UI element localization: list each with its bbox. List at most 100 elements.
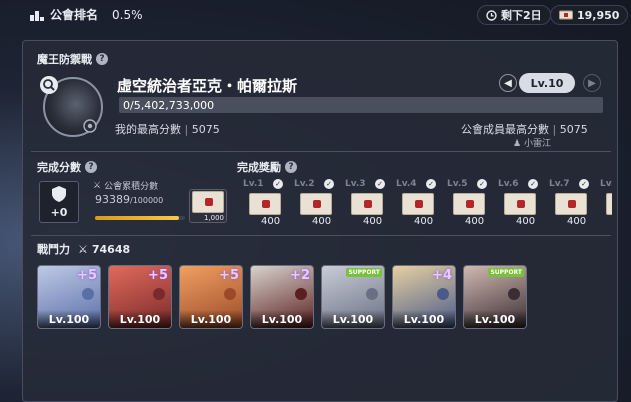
scroll-icon bbox=[453, 193, 485, 215]
reward-qty: 400 bbox=[261, 216, 281, 227]
reward-level: Lv.6 bbox=[498, 179, 519, 189]
reward-item[interactable]: Lv.3 ✓ 400 bbox=[343, 179, 393, 229]
completion-bonus: +0 bbox=[39, 181, 79, 223]
gear-icon[interactable] bbox=[83, 119, 97, 133]
top-bar: 公會排名 0.5% 剩下2日 19,950 bbox=[0, 0, 631, 30]
reward-item[interactable]: Lv.6 ✓ 400 bbox=[496, 179, 546, 229]
help-icon[interactable]: ? bbox=[285, 161, 297, 173]
guild-score-label: ⚔ 公會累積分數 bbox=[93, 180, 159, 193]
reward-item[interactable]: Lv.2 ✓ 400 bbox=[292, 179, 342, 229]
guild-score-progress-fill bbox=[95, 216, 180, 220]
reward-level: Lv.5 bbox=[447, 179, 468, 189]
help-icon[interactable]: ? bbox=[85, 161, 97, 173]
team-member-card[interactable]: +2 Lv.100 bbox=[250, 265, 314, 329]
reward-item[interactable]: Lv.7 ✓ 400 bbox=[547, 179, 597, 229]
crossed-swords-icon: ⚔ bbox=[93, 180, 102, 191]
reward-level: Lv.7 bbox=[549, 179, 570, 189]
reward-qty: 400 bbox=[363, 216, 383, 227]
level-next-button[interactable]: ▶ bbox=[583, 74, 601, 92]
check-icon: ✓ bbox=[579, 179, 589, 189]
team-member-card[interactable]: +5 Lv.100 bbox=[179, 265, 243, 329]
podium-icon bbox=[30, 10, 44, 21]
check-icon: ✓ bbox=[426, 179, 436, 189]
guild-best-score: 公會成員最高分數 | 5075 bbox=[461, 123, 588, 136]
reward-level: Lv.3 bbox=[345, 179, 366, 189]
scroll-icon bbox=[351, 193, 383, 215]
check-icon: ✓ bbox=[477, 179, 487, 189]
guild-best-member: ♟ 小雷江 bbox=[513, 139, 551, 149]
scroll-icon bbox=[606, 193, 612, 215]
boss-hp-text: 0/5,402,733,000 bbox=[123, 99, 215, 112]
completion-title: 完成分數 ? bbox=[37, 159, 97, 175]
my-best-score: 我的最高分數 | 5075 bbox=[115, 123, 220, 136]
time-remaining-chip[interactable]: 剩下2日 bbox=[477, 5, 551, 25]
rank-badge: +5 bbox=[148, 268, 168, 283]
team-member-card[interactable]: SUPPORT Lv.100 bbox=[463, 265, 527, 329]
scroll-icon bbox=[300, 193, 332, 215]
completion-reward[interactable]: 1,000 bbox=[189, 189, 227, 223]
reward-qty: 400 bbox=[312, 216, 332, 227]
ticket-icon bbox=[559, 10, 573, 20]
team-member-card[interactable]: +5 Lv.100 bbox=[37, 265, 101, 329]
support-badge: SUPPORT bbox=[346, 268, 382, 277]
divider bbox=[31, 151, 611, 152]
magnifier-icon[interactable] bbox=[39, 75, 59, 95]
scroll-icon bbox=[192, 190, 224, 213]
reward-level: Lv.1 bbox=[243, 179, 264, 189]
guild-score-value: 93389/100000 bbox=[95, 193, 164, 206]
check-icon: ✓ bbox=[324, 179, 334, 189]
member-level: Lv.100 bbox=[393, 310, 455, 328]
guild-rank-label: 公會排名 bbox=[50, 8, 99, 22]
user-icon: ♟ bbox=[513, 139, 522, 149]
crossed-swords-icon: ⚔ bbox=[78, 242, 88, 256]
divider bbox=[31, 235, 611, 236]
reward-item[interactable]: Lv.4 ✓ 400 bbox=[394, 179, 444, 229]
support-badge: SUPPORT bbox=[488, 268, 524, 277]
member-level: Lv.100 bbox=[180, 310, 242, 328]
currency-chip[interactable]: 19,950 bbox=[550, 5, 629, 25]
shield-icon bbox=[52, 186, 66, 202]
element-icon bbox=[366, 288, 378, 300]
boss-defense-panel: 魔王防禦戰 ? 虛空統治者亞克・帕爾拉斯 ◀ Lv.10 ▶ 0/5,402,7… bbox=[22, 40, 618, 402]
check-icon: ✓ bbox=[375, 179, 385, 189]
reward-level: Lv.4 bbox=[396, 179, 417, 189]
rewards-title: 完成獎勵 ? bbox=[237, 159, 297, 175]
help-icon[interactable]: ? bbox=[96, 53, 108, 65]
reward-level: Lv.2 bbox=[294, 179, 315, 189]
reward-qty: 400 bbox=[414, 216, 434, 227]
scroll-icon bbox=[249, 193, 281, 215]
element-icon bbox=[437, 288, 449, 300]
reward-qty: 400 bbox=[516, 216, 536, 227]
team-member-card[interactable]: SUPPORT Lv.100 bbox=[321, 265, 385, 329]
element-icon bbox=[82, 288, 94, 300]
rank-badge: +4 bbox=[432, 268, 452, 283]
scroll-icon bbox=[402, 193, 434, 215]
guild-score-progress bbox=[95, 216, 185, 220]
check-icon: ✓ bbox=[273, 179, 283, 189]
team-member-card[interactable]: +4 Lv.100 bbox=[392, 265, 456, 329]
element-icon bbox=[224, 288, 236, 300]
level-prev-button[interactable]: ◀ bbox=[499, 74, 517, 92]
time-remaining-label: 剩下2日 bbox=[501, 9, 542, 22]
reward-item[interactable]: Lv.5 ✓ 400 bbox=[445, 179, 495, 229]
member-level: Lv.100 bbox=[109, 310, 171, 328]
element-icon bbox=[295, 288, 307, 300]
guild-rank-value: 0.5% bbox=[112, 7, 143, 22]
combat-power: 戰鬥力 ⚔ 74648 bbox=[37, 242, 131, 257]
reward-item[interactable]: Lv.1 ✓ 400 bbox=[241, 179, 291, 229]
scroll-icon bbox=[504, 193, 536, 215]
member-level: Lv.100 bbox=[322, 310, 384, 328]
boss-name: 虛空統治者亞克・帕爾拉斯 bbox=[117, 77, 298, 95]
member-level: Lv.100 bbox=[251, 310, 313, 328]
level-indicator: Lv.10 bbox=[519, 73, 575, 93]
guild-rank: 公會排名 0.5% bbox=[30, 6, 143, 23]
member-level: Lv.100 bbox=[38, 310, 100, 328]
check-icon: ✓ bbox=[528, 179, 538, 189]
reward-item[interactable]: Lv.8✓400 bbox=[598, 179, 612, 229]
currency-value: 19,950 bbox=[577, 8, 620, 22]
scroll-icon bbox=[555, 193, 587, 215]
team-member-card[interactable]: +5 Lv.100 bbox=[108, 265, 172, 329]
clock-icon bbox=[486, 9, 497, 21]
member-level: Lv.100 bbox=[464, 310, 526, 328]
rank-badge: +2 bbox=[290, 268, 310, 283]
